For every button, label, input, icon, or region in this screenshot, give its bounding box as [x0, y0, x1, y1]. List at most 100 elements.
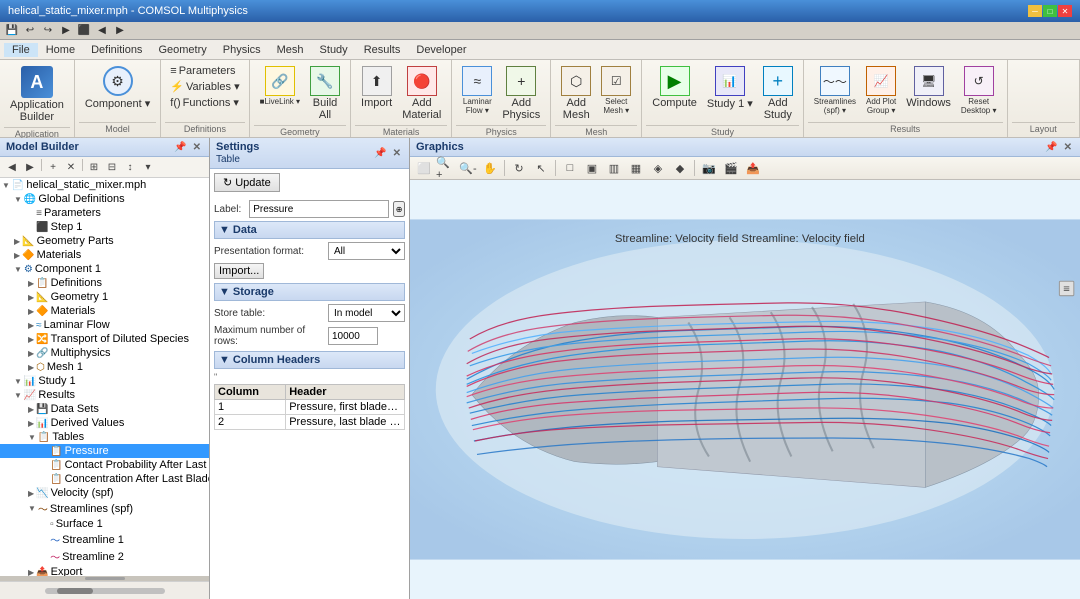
close-button[interactable]: ✕: [1058, 5, 1072, 17]
label-action-btn[interactable]: ⊕: [393, 201, 405, 217]
compute-button[interactable]: ▶ Compute: [648, 64, 701, 111]
add-study-button[interactable]: + AddStudy: [759, 64, 797, 123]
update-button[interactable]: ↻ Update: [214, 173, 280, 192]
model-builder-pin[interactable]: 📌: [172, 142, 188, 153]
graphics-view[interactable]: Streamline: Velocity field Streamline: V…: [410, 180, 1080, 599]
quick-run[interactable]: ▶: [58, 24, 74, 38]
add-mesh-button[interactable]: ⬡ AddMesh: [557, 64, 595, 123]
add-material-button[interactable]: 🔴 AddMaterial: [398, 64, 445, 123]
settings-pin[interactable]: 📌: [372, 148, 388, 159]
tree-item-surface1[interactable]: ▶ ▫ Surface 1: [0, 517, 209, 531]
select-btn[interactable]: ↖: [531, 159, 551, 177]
graphics-pin[interactable]: 📌: [1043, 142, 1059, 153]
tree-item-streamlines[interactable]: ▼ 〜 Streamlines (spf): [0, 500, 209, 517]
menu-file[interactable]: File: [4, 43, 38, 57]
tree-item-transport[interactable]: ▶ 🔀 Transport of Diluted Species: [0, 332, 209, 346]
windows-button[interactable]: 🖥 Windows: [902, 64, 955, 111]
sort[interactable]: ↕: [122, 159, 138, 175]
parameters-button[interactable]: ≡ Parameters: [167, 64, 238, 78]
arrow-streamlines[interactable]: ▼: [28, 504, 36, 513]
settings-close[interactable]: ✕: [391, 148, 403, 159]
arrow-dataSets[interactable]: ▶: [28, 405, 34, 414]
view-right[interactable]: ▦: [626, 159, 646, 177]
view-front[interactable]: □: [560, 159, 580, 177]
arrow-laminar[interactable]: ▶: [28, 321, 34, 330]
export-btn[interactable]: 📤: [743, 159, 763, 177]
arrow-defs[interactable]: ▶: [28, 279, 34, 288]
data-section-header[interactable]: ▼ Data: [214, 221, 405, 239]
tree-item-globalDef[interactable]: ▼ 🌐 Global Definitions: [0, 192, 209, 206]
arrow-geomParts[interactable]: ▶: [14, 237, 20, 246]
arrow-geom1[interactable]: ▶: [28, 293, 34, 302]
add-node[interactable]: +: [45, 159, 61, 175]
tree-item-mats[interactable]: ▶ 🔶 Materials: [0, 304, 209, 318]
rotate-btn[interactable]: ↻: [509, 159, 529, 177]
arrow-results[interactable]: ▼: [14, 391, 22, 400]
arrow-export[interactable]: ▶: [28, 568, 34, 577]
tree-item-mesh1[interactable]: ▶ ⬡ Mesh 1: [0, 360, 209, 374]
tree-item-root[interactable]: ▼ 📄 helical_static_mixer.mph: [0, 178, 209, 192]
zoom-extent-btn[interactable]: ⬜: [414, 159, 434, 177]
menu-mesh[interactable]: Mesh: [269, 43, 312, 57]
functions-button[interactable]: f() Functions ▾: [167, 95, 242, 110]
label-input[interactable]: [249, 200, 389, 218]
pan-btn[interactable]: ✋: [480, 159, 500, 177]
tree-item-velocity[interactable]: ▶ 📉 Velocity (spf): [0, 486, 209, 500]
study1-button[interactable]: 📊 Study 1 ▾: [703, 64, 757, 112]
maximize-button[interactable]: □: [1043, 5, 1057, 17]
nav-back[interactable]: ◀: [4, 159, 20, 175]
arrow-transport[interactable]: ▶: [28, 335, 34, 344]
tree-item-step1[interactable]: ▶ ⬛ Step 1: [0, 220, 209, 234]
build-all-button[interactable]: 🔧 BuildAll: [306, 64, 344, 123]
arrow-globalDef[interactable]: ▼: [14, 195, 22, 204]
menu-results[interactable]: Results: [356, 43, 409, 57]
add-physics-button[interactable]: + AddPhysics: [498, 64, 544, 123]
tree-item-contactProb[interactable]: ▶ 📋 Contact Probability After Last Blade: [0, 458, 209, 472]
tree-item-concentration[interactable]: ▶ 📋 Concentration After Last Blade: [0, 472, 209, 486]
application-builder-button[interactable]: A ApplicationBuilder: [6, 64, 68, 125]
menu-geometry[interactable]: Geometry: [150, 43, 214, 57]
quick-prev[interactable]: ◀: [94, 24, 110, 38]
tree-item-laminar[interactable]: ▶ ≈ Laminar Flow: [0, 318, 209, 332]
arrow-multiphys[interactable]: ▶: [28, 349, 34, 358]
presentation-select[interactable]: All: [328, 242, 405, 260]
quick-next[interactable]: ▶: [112, 24, 128, 38]
quick-stop[interactable]: ⬛: [76, 24, 92, 38]
storage-section-header[interactable]: ▼ Storage: [214, 283, 405, 301]
tree-item-multiphys[interactable]: ▶ 🔗 Multiphysics: [0, 346, 209, 360]
tree-item-geom1[interactable]: ▶ 📐 Geometry 1: [0, 290, 209, 304]
select-mesh-button[interactable]: ☑ SelectMesh ▾: [597, 64, 635, 117]
zoom-out-btn[interactable]: 🔍-: [458, 159, 478, 177]
livelink-button[interactable]: 🔗 ■LiveLink ▾: [256, 64, 304, 108]
tree-item-results[interactable]: ▼ 📈 Results: [0, 388, 209, 402]
arrow-mats[interactable]: ▶: [28, 307, 34, 316]
delete-node[interactable]: ✕: [63, 159, 79, 175]
reset-desktop-button[interactable]: ↺ ResetDesktop ▾: [957, 64, 1001, 117]
quick-save[interactable]: 💾: [4, 24, 20, 38]
tree-item-streamline1[interactable]: ▶ 〜 Streamline 1: [0, 531, 209, 548]
tree-item-geomParts[interactable]: ▶ 📐 Geometry Parts: [0, 234, 209, 248]
view-back[interactable]: ▣: [582, 159, 602, 177]
tree-item-dataSets[interactable]: ▶ 💾 Data Sets: [0, 402, 209, 416]
import-button[interactable]: ⬆ Import: [357, 64, 396, 111]
arrow-comp1[interactable]: ▼: [14, 265, 22, 274]
horizontal-scrollbar[interactable]: [45, 588, 165, 594]
view-top[interactable]: ▥: [604, 159, 624, 177]
variables-button[interactable]: ⚡ Variables ▾: [167, 79, 242, 94]
tree-item-pressure[interactable]: ▶ 📋 Pressure: [0, 444, 209, 458]
menu-study[interactable]: Study: [312, 43, 356, 57]
minimize-button[interactable]: ─: [1028, 5, 1042, 17]
tree-item-study1[interactable]: ▼ 📊 Study 1: [0, 374, 209, 388]
quick-undo[interactable]: ↩: [22, 24, 38, 38]
column-headers-section-header[interactable]: ▼ Column Headers: [214, 351, 405, 369]
screenshot-btn[interactable]: 📷: [699, 159, 719, 177]
import-btn[interactable]: Import...: [214, 263, 264, 279]
arrow-root[interactable]: ▼: [2, 181, 10, 190]
tree-item-export[interactable]: ▶ 📤 Export: [0, 565, 209, 576]
model-builder-close[interactable]: ✕: [191, 142, 203, 153]
arrow-tables[interactable]: ▼: [28, 433, 36, 442]
tree-item-materials[interactable]: ▶ 🔶 Materials: [0, 248, 209, 262]
tree-item-streamline2[interactable]: ▶ 〜 Streamline 2: [0, 548, 209, 565]
laminar-flow-button[interactable]: ≈ LaminarFlow ▾: [458, 64, 496, 117]
graphics-close[interactable]: ✕: [1062, 142, 1074, 153]
